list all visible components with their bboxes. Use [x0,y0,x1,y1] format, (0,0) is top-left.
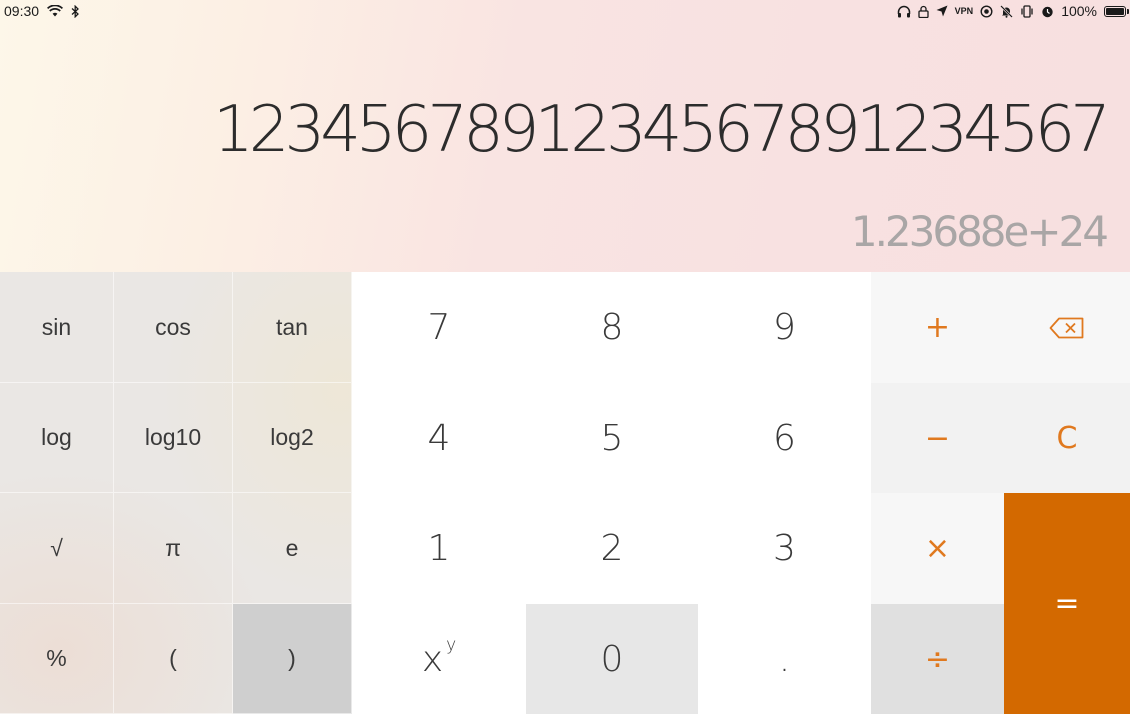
decimal-point-button[interactable]: . [698,604,871,714]
digit-2-button[interactable]: 2 [526,493,698,604]
e-constant-button[interactable]: e [233,493,352,604]
sqrt-button[interactable]: √ [0,493,114,604]
lock-icon [918,3,929,19]
alarm-icon [1041,3,1054,19]
location-arrow-icon [936,3,948,19]
log10-button[interactable]: log10 [114,383,233,493]
digit-8-button[interactable]: 8 [526,272,698,383]
digit-9-button[interactable]: 9 [698,272,871,383]
vibrate-icon [1020,3,1034,19]
multiply-button[interactable]: × [871,493,1004,604]
data-saver-icon [980,3,993,19]
digit-3-button[interactable]: 3 [698,493,871,604]
scientific-keypad: sin cos tan log log10 log2 √ π e % ( ) [0,272,352,714]
equals-button[interactable]: = [1004,493,1130,714]
plus-button[interactable]: + [871,272,1004,383]
divide-button[interactable]: ÷ [871,604,1004,714]
digit-4-button[interactable]: 4 [352,383,526,493]
pi-button[interactable]: π [114,493,233,604]
left-paren-button[interactable]: ( [114,604,233,714]
cos-button[interactable]: cos [114,272,233,383]
percent-button[interactable]: % [0,604,114,714]
expression-display[interactable]: 1234567891234567891234567 [213,88,1111,172]
display-panel: 09:30 VPN 100% 1234567891234567891234567… [0,0,1130,272]
digit-1-button[interactable]: 1 [352,493,526,604]
bluetooth-icon [71,3,80,19]
minus-button[interactable]: − [871,383,1004,493]
backspace-button[interactable] [1004,272,1130,383]
notifications-off-icon [1000,3,1014,19]
vpn-indicator: VPN [954,6,974,16]
wifi-icon [47,3,64,19]
power-button[interactable]: xy [352,604,526,714]
digit-7-button[interactable]: 7 [352,272,526,383]
battery-icon [1104,3,1129,19]
status-bar: 09:30 VPN 100% [0,0,1130,24]
sin-button[interactable]: sin [0,272,114,383]
backspace-icon [1049,317,1085,339]
status-time: 09:30 [4,3,40,19]
log2-button[interactable]: log2 [233,383,352,493]
digit-5-button[interactable]: 5 [526,383,698,493]
headphones-icon [897,3,911,19]
tan-button[interactable]: tan [233,272,352,383]
digit-0-button[interactable]: 0 [526,604,698,714]
right-paren-button[interactable]: ) [233,604,352,714]
keypad: sin cos tan log log10 log2 √ π e % ( ) 7… [0,272,1130,714]
battery-percent: 100% [1061,3,1097,19]
log-button[interactable]: log [0,383,114,493]
digit-6-button[interactable]: 6 [698,383,871,493]
power-exponent-label: y [446,635,457,655]
clear-button[interactable]: C [1004,383,1130,493]
result-preview: 1.23688e+24 [850,207,1109,256]
power-base-label: x [421,638,444,680]
